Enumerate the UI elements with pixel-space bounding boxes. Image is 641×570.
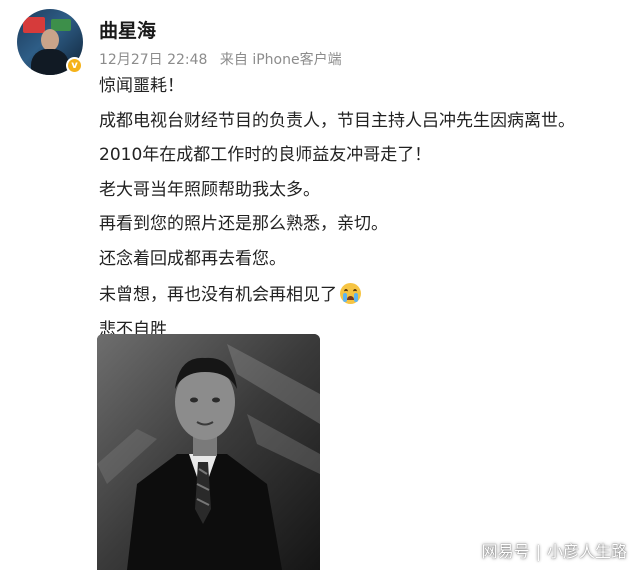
- post-line: 2010年在成都工作时的良师益友冲哥走了！: [99, 145, 432, 165]
- watermark: 网易号 | 小彦人生路: [482, 538, 627, 562]
- post-line-with-emoji: 未曾想，再也没有机会再相见了: [99, 283, 629, 305]
- post-content: 惊闻噩耗！ 成都电视台财经节目的负责人，节目主持人吕冲先生因病离世。 2010年…: [99, 76, 629, 354]
- watermark-account: 小彦人生路: [546, 542, 627, 561]
- portrait-image: [97, 334, 320, 570]
- verified-badge-icon: v: [66, 57, 83, 74]
- watermark-separator: |: [535, 542, 541, 561]
- post-line: 惊闻噩耗！: [99, 76, 184, 96]
- post-line: 成都电视台财经节目的负责人，节目主持人吕冲先生因病离世。: [99, 110, 575, 131]
- post-line-text: 未曾想，再也没有机会再相见了: [99, 285, 337, 305]
- crying-face-icon: [340, 283, 361, 304]
- post-meta: 12月27日 22:48 来自 iPhone客户端: [99, 49, 342, 69]
- post-source: 来自 iPhone客户端: [219, 52, 342, 68]
- avatar-body: [31, 49, 69, 75]
- avatar-head: [41, 29, 59, 51]
- post-time: 12月27日 22:48: [99, 52, 208, 68]
- post-line: 老大哥当年照顾帮助我太多。: [99, 179, 320, 200]
- watermark-platform: 网易号: [481, 542, 530, 561]
- avatar-bg-screen: [23, 17, 45, 33]
- post-line: 再看到您的照片还是那么熟悉，亲切。: [99, 214, 388, 234]
- author-name[interactable]: 曲星海: [99, 16, 156, 43]
- post-line: 还念着回成都再去看您。: [99, 248, 286, 269]
- post-photo[interactable]: [97, 334, 320, 570]
